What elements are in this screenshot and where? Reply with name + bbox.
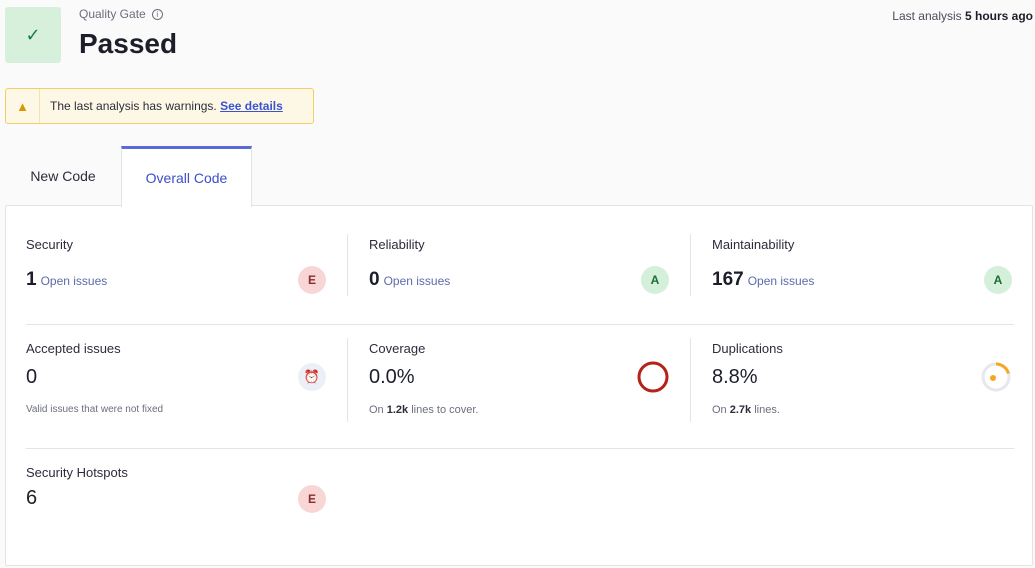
coverage-sub: On 1.2k lines to cover. xyxy=(369,404,478,416)
warning-message: The last analysis has warnings. xyxy=(50,99,217,113)
accepted-issues-value-row[interactable]: 0 xyxy=(26,366,37,389)
reliability-rating-badge[interactable]: A xyxy=(641,266,669,294)
divider xyxy=(690,234,691,296)
alarm-clock-icon: ⏰ xyxy=(298,363,326,391)
code-tabs: New Code Overall Code xyxy=(5,146,252,207)
duplications-lines[interactable]: 2.7k xyxy=(730,404,751,416)
security-hotspots-rating-badge[interactable]: E xyxy=(298,485,326,513)
security-hotspots-title: Security Hotspots xyxy=(26,465,128,480)
reliability-value[interactable]: 0 xyxy=(369,269,380,290)
maintainability-value-row[interactable]: 167 Open issues xyxy=(712,269,814,291)
warning-icon: ▲ xyxy=(16,98,29,114)
coverage-ring-icon xyxy=(637,361,669,393)
row-divider xyxy=(26,448,1014,449)
divider xyxy=(690,338,691,422)
coverage-value-row[interactable]: 0.0% xyxy=(369,366,415,389)
last-analysis-value: 5 hours ago xyxy=(964,9,1033,23)
quality-gate-label-text: Quality Gate xyxy=(79,7,146,21)
security-value-row[interactable]: 1 Open issues xyxy=(26,269,107,291)
warning-banner: ▲ The last analysis has warnings. See de… xyxy=(5,88,314,124)
tab-overall-code[interactable]: Overall Code xyxy=(121,146,252,207)
duplications-value-row[interactable]: 8.8% xyxy=(712,366,758,389)
metrics-panel: Security 1 Open issues E Reliability 0 Ope… xyxy=(5,205,1033,566)
maintainability-open-issues-label[interactable]: Open issues xyxy=(748,274,815,288)
duplications-card: Duplications xyxy=(712,341,783,356)
row-divider xyxy=(26,324,1014,325)
accepted-issues-title: Accepted issues xyxy=(26,341,121,356)
divider xyxy=(347,338,348,422)
duplications-sub-suffix: lines. xyxy=(751,404,780,416)
security-title: Security xyxy=(26,237,73,252)
security-open-issues-label[interactable]: Open issues xyxy=(41,274,108,288)
security-hotspots-value[interactable]: 6 xyxy=(26,487,37,509)
reliability-title: Reliability xyxy=(369,237,425,252)
duplications-value[interactable]: 8.8% xyxy=(712,366,758,388)
reliability-card: Reliability xyxy=(369,237,425,252)
accepted-issues-card: Accepted issues xyxy=(26,341,121,356)
quality-gate-status: Passed xyxy=(79,28,178,59)
coverage-sub-suffix: lines to cover. xyxy=(408,404,479,416)
coverage-card: Coverage xyxy=(369,341,425,356)
check-icon: ✓ xyxy=(25,24,41,45)
maintainability-rating-badge[interactable]: A xyxy=(984,266,1012,294)
coverage-lines[interactable]: 1.2k xyxy=(387,404,408,416)
maintainability-value[interactable]: 167 xyxy=(712,269,744,290)
security-hotspots-value-row[interactable]: 6 xyxy=(26,487,37,510)
divider xyxy=(347,234,348,296)
duplications-sub: On 2.7k lines. xyxy=(712,404,780,416)
duplications-ring-icon xyxy=(981,362,1011,392)
accepted-issues-note: Valid issues that were not fixed xyxy=(26,404,164,415)
security-value[interactable]: 1 xyxy=(26,269,37,290)
quality-gate-status-icon-box: ✓ xyxy=(5,7,61,63)
reliability-value-row[interactable]: 0 Open issues xyxy=(369,269,450,291)
last-analysis: Last analysis 5 hours ago xyxy=(892,9,1033,23)
warning-icon-container: ▲ xyxy=(6,89,40,123)
tab-new-code[interactable]: New Code xyxy=(5,146,121,206)
coverage-sub-prefix: On xyxy=(369,404,387,416)
maintainability-title: Maintainability xyxy=(712,237,795,252)
security-rating-badge[interactable]: E xyxy=(298,266,326,294)
coverage-title: Coverage xyxy=(369,341,426,356)
see-details-link[interactable]: See details xyxy=(220,99,283,113)
duplications-title: Duplications xyxy=(712,341,783,356)
reliability-open-issues-label[interactable]: Open issues xyxy=(384,274,451,288)
security-card: Security xyxy=(26,237,73,252)
security-hotspots-card: Security Hotspots xyxy=(26,465,128,480)
info-icon[interactable]: i xyxy=(151,8,163,20)
coverage-value[interactable]: 0.0% xyxy=(369,366,415,388)
last-analysis-prefix: Last analysis xyxy=(892,9,965,23)
duplications-sub-prefix: On xyxy=(712,404,730,416)
maintainability-card: Maintainability xyxy=(712,237,794,252)
warning-text: The last analysis has warnings. See deta… xyxy=(40,99,283,113)
quality-gate-label: Quality Gate i xyxy=(79,7,163,21)
accepted-issues-value[interactable]: 0 xyxy=(26,366,37,388)
